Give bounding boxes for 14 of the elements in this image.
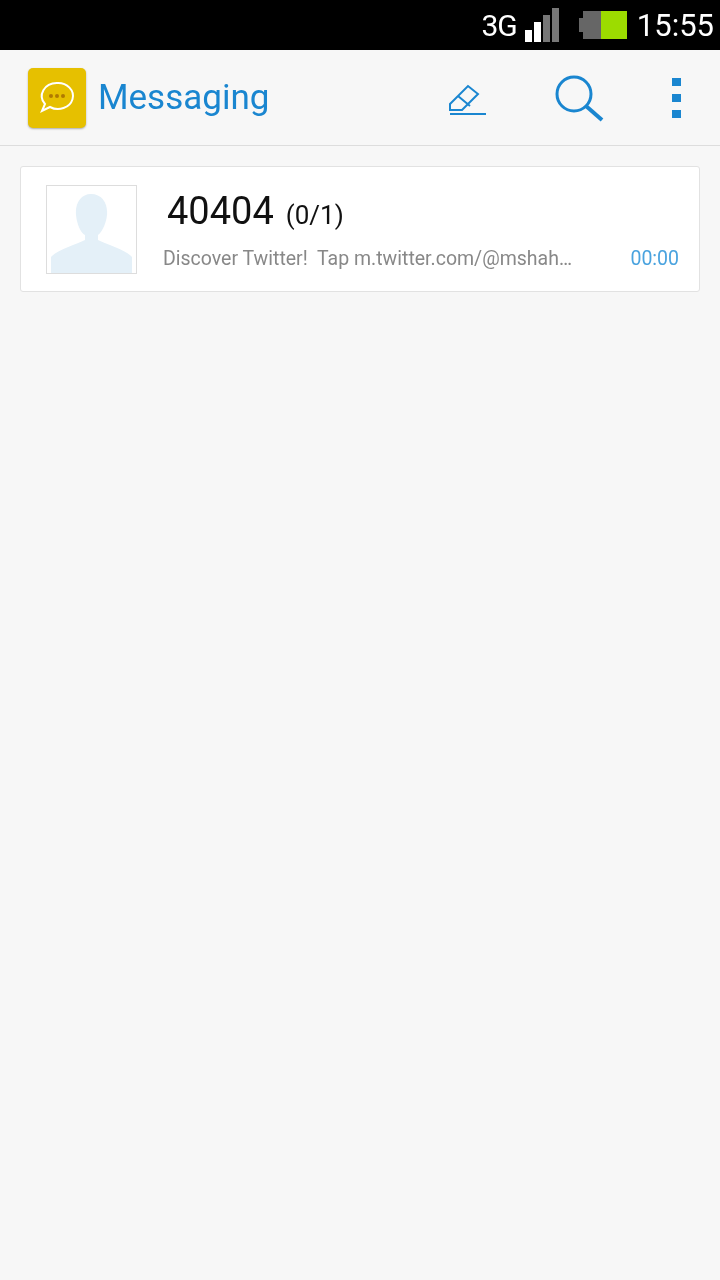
- clock: 15:55: [636, 6, 714, 44]
- sender-name: 40404: [167, 188, 274, 233]
- conversation-item[interactable]: 40404 (0/1) Discover Twitter! Tap m.twitter.com/@mshah… 00:00: [20, 166, 700, 292]
- network-type: 3G: [481, 7, 517, 43]
- app-title: Messaging: [98, 77, 271, 118]
- battery-icon: [578, 9, 629, 41]
- avatar-icon: [46, 184, 137, 274]
- chat-bubble-icon: [28, 67, 86, 128]
- message-preview: Discover Twitter! Tap m.twitter.com/@mshah…: [163, 246, 572, 270]
- message-time: 00:00: [630, 246, 679, 270]
- overflow-menu-icon: [672, 77, 682, 118]
- signal-icon: [524, 8, 561, 42]
- search-icon: [554, 73, 606, 122]
- message-count: (0/1): [285, 199, 344, 230]
